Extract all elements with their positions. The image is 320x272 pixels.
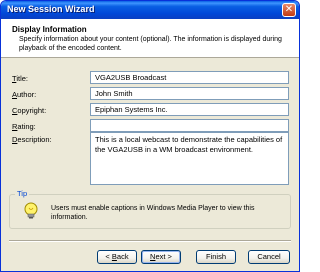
title-field[interactable]: VGA2USB Broadcast <box>90 71 289 84</box>
close-icon: ✕ <box>284 4 294 15</box>
close-button[interactable]: ✕ <box>282 3 296 17</box>
window-title: New Session Wizard <box>7 4 95 14</box>
copyright-label: Copyright: <box>12 106 47 115</box>
wizard-header: Display Information Specify information … <box>1 19 299 58</box>
back-button[interactable]: < Back <box>97 250 137 264</box>
wizard-window: New Session Wizard ✕ Display Information… <box>0 0 300 272</box>
tip-legend: Tip <box>15 189 30 198</box>
rating-field[interactable] <box>90 119 289 132</box>
rating-label: Rating: <box>12 122 36 131</box>
title-label: Title: <box>12 74 28 83</box>
tip-text: Users must enable captions in Windows Me… <box>51 205 255 221</box>
description-field[interactable]: This is a local webcast to demonstrate t… <box>90 132 289 185</box>
author-field[interactable]: John Smith <box>90 87 289 100</box>
author-label: Author: <box>12 90 37 99</box>
copyright-field[interactable]: Epiphan Systems Inc. <box>90 103 289 116</box>
title-bar[interactable]: New Session Wizard ✕ <box>1 1 299 19</box>
button-separator <box>9 240 291 242</box>
header-subtitle: Specify information about your content (… <box>19 36 282 52</box>
next-button[interactable]: Next > <box>141 250 181 264</box>
lightbulb-icon <box>23 202 39 222</box>
description-label: Description: <box>12 135 52 144</box>
finish-button[interactable]: Finish <box>196 250 236 264</box>
cancel-button[interactable]: Cancel <box>248 250 290 264</box>
header-title: Display Information <box>12 25 87 34</box>
